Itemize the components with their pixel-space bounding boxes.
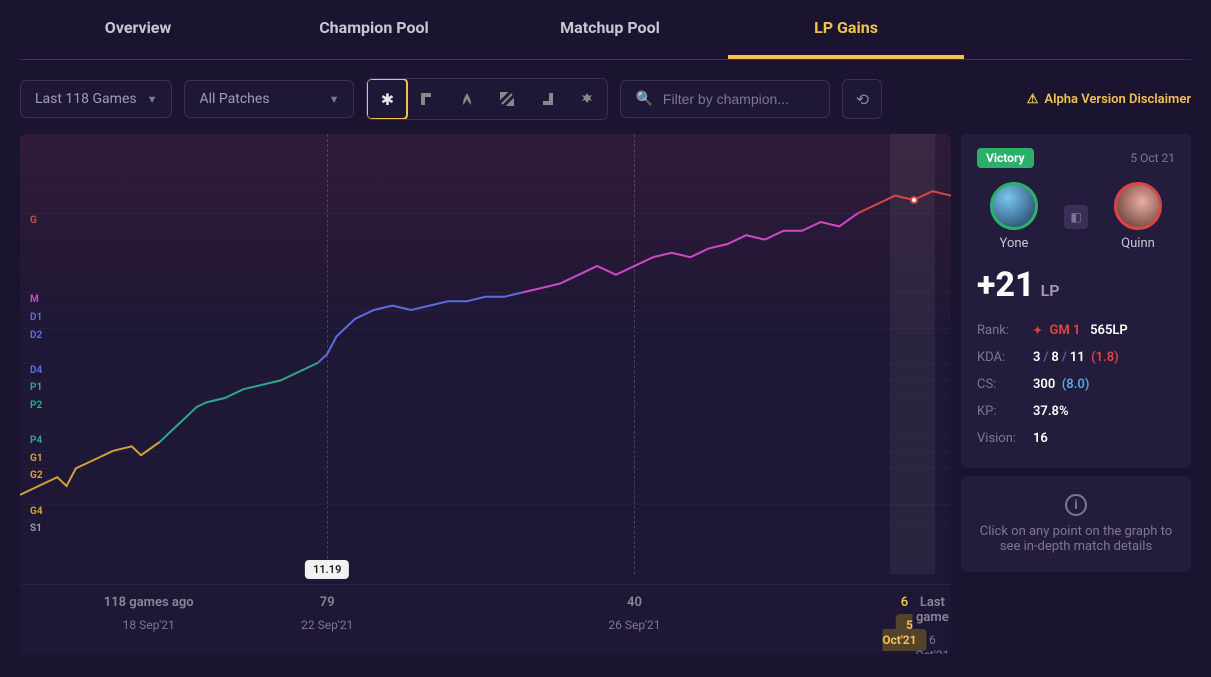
role-bot-button[interactable] <box>527 79 567 119</box>
role-mid-button[interactable] <box>487 79 527 119</box>
chart-lines <box>20 134 951 574</box>
role-jungle-button[interactable] <box>447 79 487 119</box>
x-tick: 7922 Sep'21 <box>301 595 353 633</box>
tab-champion-pool[interactable]: Champion Pool <box>256 0 492 59</box>
info-hint-text: Click on any point on the graph to see i… <box>977 524 1175 554</box>
match-date: 5 Oct 21 <box>1130 151 1175 165</box>
lp-delta-value: +21 <box>977 265 1035 305</box>
role-filter-group: ✱ <box>366 78 608 120</box>
tab-lp-gains[interactable]: LP Gains <box>728 0 964 59</box>
tab-bar: Overview Champion Pool Matchup Pool LP G… <box>20 0 1191 60</box>
match-detail-panel: Victory 5 Oct 21 Yone ◧ Quinn +21 LP Ran <box>961 134 1191 654</box>
enemy-champion[interactable]: Quinn <box>1114 182 1162 251</box>
enemy-champion-name: Quinn <box>1121 236 1155 251</box>
stat-cs: CS: 300 (8.0) <box>977 371 1175 398</box>
refresh-icon: ⟲ <box>856 90 869 109</box>
patch-marker: 11.19 <box>305 560 349 579</box>
lp-delta-unit: LP <box>1041 281 1060 300</box>
warning-icon: ⚠ <box>1027 92 1039 107</box>
games-filter-dropdown[interactable]: Last 118 Games ▼ <box>20 80 172 118</box>
main-content: GMD1D2D4P1P2P4G1G2G4S1 11.19 118 games a… <box>0 134 1211 674</box>
ally-champion-portrait <box>990 182 1038 230</box>
disclaimer-text: Alpha Version Disclaimer <box>1044 92 1191 107</box>
search-icon: 🔍 <box>635 91 652 107</box>
chart-x-axis: 118 games ago18 Sep'21 7922 Sep'21 4026 Se… <box>20 584 951 654</box>
x-tick: Last game6 Oct'21 <box>915 595 949 654</box>
result-badge: Victory <box>977 148 1034 168</box>
chevron-down-icon: ▼ <box>329 93 340 106</box>
info-icon: i <box>1065 494 1087 516</box>
toolbar: Last 118 Games ▼ All Patches ▼ ✱ 🔍 ⟲ ⚠ A… <box>0 60 1211 134</box>
champion-search[interactable]: 🔍 <box>620 80 830 118</box>
role-top-button[interactable] <box>407 79 447 119</box>
chart-selected-point <box>910 196 918 204</box>
rank-tier: GM 1 <box>1049 323 1080 338</box>
role-all-button[interactable]: ✱ <box>367 79 407 119</box>
patch-filter-label: All Patches <box>199 91 269 107</box>
lp-chart[interactable]: GMD1D2D4P1P2P4G1G2G4S1 11.19 118 games a… <box>20 134 951 654</box>
enemy-champion-portrait <box>1114 182 1162 230</box>
ally-champion[interactable]: Yone <box>990 182 1038 251</box>
info-hint-card: i Click on any point on the graph to see… <box>961 476 1191 572</box>
x-tick: 118 games ago18 Sep'21 <box>104 595 194 633</box>
disclaimer-link[interactable]: ⚠ Alpha Version Disclaimer <box>1027 92 1191 107</box>
rank-lp: 565LP <box>1090 323 1128 338</box>
refresh-button[interactable]: ⟲ <box>842 79 882 119</box>
tab-overview[interactable]: Overview <box>20 0 256 59</box>
lp-delta: +21 LP <box>977 265 1175 305</box>
match-card: Victory 5 Oct 21 Yone ◧ Quinn +21 LP Ran <box>961 134 1191 468</box>
versus-icon: ◧ <box>1064 205 1088 229</box>
rank-icon: ✦ <box>1033 324 1042 337</box>
x-tick: 4026 Sep'21 <box>608 595 660 633</box>
tab-matchup-pool[interactable]: Matchup Pool <box>492 0 728 59</box>
role-support-button[interactable] <box>567 79 607 119</box>
stat-kda: KDA: 3/8/11 (1.8) <box>977 344 1175 371</box>
stat-vision: Vision: 16 <box>977 425 1175 452</box>
champion-search-input[interactable] <box>663 91 816 107</box>
ally-champion-name: Yone <box>1000 236 1029 251</box>
stat-kp: KP: 37.8% <box>977 398 1175 425</box>
games-filter-label: Last 118 Games <box>35 91 137 107</box>
patch-filter-dropdown[interactable]: All Patches ▼ <box>184 80 354 118</box>
chevron-down-icon: ▼ <box>147 93 158 106</box>
stat-rank: Rank: ✦ GM 1 565LP <box>977 317 1175 344</box>
